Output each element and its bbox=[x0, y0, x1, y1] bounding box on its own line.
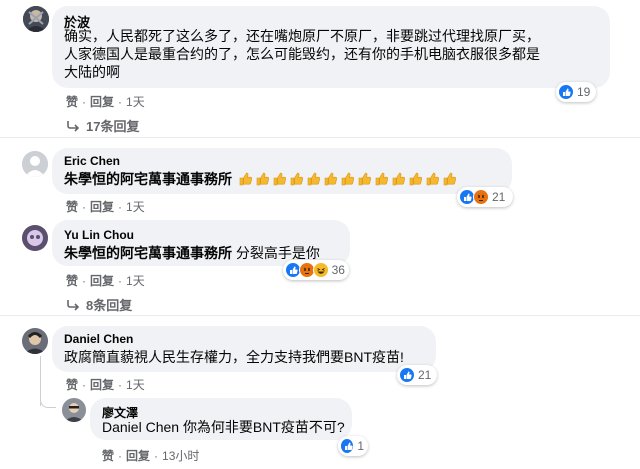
thumbs-up-icon bbox=[340, 438, 355, 454]
reaction-count: 19 bbox=[577, 85, 591, 99]
avatar-daniel-chen[interactable] bbox=[22, 328, 48, 354]
thumbs-up-icon bbox=[558, 84, 574, 100]
comment-bubble: Eric Chen 朱學恒的阿宅萬事通事務所 bbox=[52, 148, 512, 194]
reply-text: Daniel Chen 你為何非要BNT疫苗不可? bbox=[102, 419, 345, 435]
reply-actions: 赞 · 回复 · 13小时 bbox=[102, 447, 199, 464]
thumbs-up-emoji-icon bbox=[239, 172, 252, 186]
thumbs-up-emoji-icon bbox=[324, 172, 337, 186]
separator-dot: · bbox=[118, 274, 123, 288]
thumbs-up-emoji-icon bbox=[358, 172, 371, 186]
thumbs-up-emoji-icon bbox=[341, 172, 354, 186]
separator-dot: · bbox=[82, 274, 87, 288]
comment-time[interactable]: 1天 bbox=[126, 376, 145, 393]
avatar-image bbox=[62, 398, 86, 422]
comment-divider bbox=[0, 137, 640, 138]
comment-actions: 赞 · 回复 · 1天 bbox=[66, 272, 145, 289]
reply-arrow-icon bbox=[67, 300, 80, 311]
reaction-count: 36 bbox=[331, 263, 345, 277]
avatar-eric-chen[interactable] bbox=[22, 151, 48, 177]
default-avatar-icon bbox=[22, 151, 48, 177]
thumbs-up-emoji-icon bbox=[409, 172, 422, 186]
comment-text-line-1: 确实，人民都死了这么多了，还在嘴炮原厂不原厂，非要跳过代理找原厂买， bbox=[64, 28, 540, 44]
comment-author[interactable]: Daniel Chen bbox=[64, 332, 133, 346]
comment-actions: 赞 · 回复 · 1天 bbox=[66, 376, 145, 393]
angry-face-icon bbox=[473, 189, 489, 205]
reaction-count: 1 bbox=[357, 439, 364, 453]
separator-dot: · bbox=[82, 95, 87, 109]
avatar-yu-bo[interactable] bbox=[23, 6, 49, 32]
thumbs-up-emoji-icon bbox=[290, 172, 303, 186]
reaction-count: 21 bbox=[492, 190, 506, 204]
comment-text-line-2: 人家德国人是最重合约的了，怎么可能毁约，还有你的手机电脑衣服很多都是 bbox=[64, 46, 540, 62]
reply-bubble: 廖文澤 Daniel Chen 你為何非要BNT疫苗不可? bbox=[90, 398, 352, 440]
reaction-count: 21 bbox=[418, 368, 432, 382]
mention-link[interactable]: 朱學恒的阿宅萬事通事務所 bbox=[64, 245, 232, 261]
comment-time[interactable]: 1天 bbox=[126, 93, 145, 110]
avatar-image bbox=[23, 6, 49, 32]
separator-dot: · bbox=[118, 378, 123, 392]
avatar-image bbox=[22, 328, 48, 354]
separator-dot: · bbox=[118, 449, 123, 463]
reply-button[interactable]: 回复 bbox=[90, 198, 114, 215]
like-button[interactable]: 赞 bbox=[102, 447, 114, 464]
thumbs-up-emoji-icon bbox=[426, 172, 439, 186]
comment-text: 政腐簡直藐視人民生存權力，全力支持我們要BNT疫苗! bbox=[64, 349, 404, 365]
thumbs-up-emoji-row bbox=[236, 171, 457, 187]
view-replies-link[interactable]: 8条回复 bbox=[66, 295, 132, 314]
laughing-face-icon bbox=[312, 262, 329, 278]
comment-text: 朱學恒的阿宅萬事通事務所 分裂高手是你 bbox=[64, 244, 320, 262]
reply-button[interactable]: 回复 bbox=[126, 447, 150, 464]
reaction-summary[interactable]: 21 bbox=[397, 365, 437, 385]
separator-dot: · bbox=[154, 449, 159, 463]
thumbs-up-emoji-icon bbox=[307, 172, 320, 186]
comment-bubble: 於波 确实，人民都死了这么多了，还在嘴炮原厂不原厂，非要跳过代理找原厂买， 人家… bbox=[52, 6, 610, 88]
thumbs-up-emoji-icon bbox=[256, 172, 269, 186]
thumbs-up-emoji-icon bbox=[273, 172, 286, 186]
reply-arrow-icon bbox=[67, 121, 80, 132]
separator-dot: · bbox=[118, 95, 123, 109]
avatar-image bbox=[22, 225, 48, 251]
comment-author[interactable]: Eric Chen bbox=[64, 154, 120, 168]
comment-text-suffix: 分裂高手是你 bbox=[232, 245, 320, 261]
reply-button[interactable]: 回复 bbox=[90, 376, 114, 393]
separator-dot: · bbox=[118, 200, 123, 214]
replies-count-label: 8条回复 bbox=[86, 298, 133, 313]
separator-dot: · bbox=[82, 200, 87, 214]
view-replies-link[interactable]: 17条回复 bbox=[66, 116, 139, 135]
reply-time[interactable]: 13小时 bbox=[162, 447, 199, 464]
like-button[interactable]: 赞 bbox=[66, 272, 78, 289]
like-button[interactable]: 赞 bbox=[66, 93, 78, 110]
reaction-summary[interactable]: 1 bbox=[338, 436, 368, 456]
like-button[interactable]: 赞 bbox=[66, 376, 78, 393]
thumbs-up-emoji-icon bbox=[392, 172, 405, 186]
comment-bubble: Daniel Chen 政腐簡直藐視人民生存權力，全力支持我們要BNT疫苗! bbox=[52, 326, 436, 372]
comment-divider bbox=[0, 315, 640, 316]
reply-button[interactable]: 回复 bbox=[90, 272, 114, 289]
reaction-summary[interactable]: 36 bbox=[283, 260, 349, 280]
comment-text-line-3: 大陆的啊 bbox=[64, 64, 120, 80]
mention-link[interactable]: 朱學恒的阿宅萬事通事務所 bbox=[64, 171, 232, 187]
separator-dot: · bbox=[82, 378, 87, 392]
thumbs-up-icon bbox=[399, 367, 415, 383]
reaction-summary[interactable]: 21 bbox=[457, 187, 513, 207]
avatar-yu-lin-chou[interactable] bbox=[22, 225, 48, 251]
comment-actions: 赞 · 回复 · 1天 bbox=[66, 93, 145, 110]
comment-time[interactable]: 1天 bbox=[126, 272, 145, 289]
comment-text: 朱學恒的阿宅萬事通事務所 bbox=[64, 170, 457, 188]
thumbs-up-emoji-icon bbox=[375, 172, 388, 186]
thumbs-up-emoji-icon bbox=[443, 172, 456, 186]
avatar-liao-wen-ze[interactable] bbox=[62, 398, 86, 422]
comment-time[interactable]: 1天 bbox=[126, 198, 145, 215]
reply-button[interactable]: 回复 bbox=[90, 93, 114, 110]
replies-count-label: 17条回复 bbox=[86, 119, 140, 134]
thread-elbow bbox=[40, 398, 56, 408]
reaction-summary[interactable]: 19 bbox=[556, 82, 596, 102]
comment-actions: 赞 · 回复 · 1天 bbox=[66, 198, 145, 215]
like-button[interactable]: 赞 bbox=[66, 198, 78, 215]
comment-author[interactable]: Yu Lin Chou bbox=[64, 228, 134, 242]
